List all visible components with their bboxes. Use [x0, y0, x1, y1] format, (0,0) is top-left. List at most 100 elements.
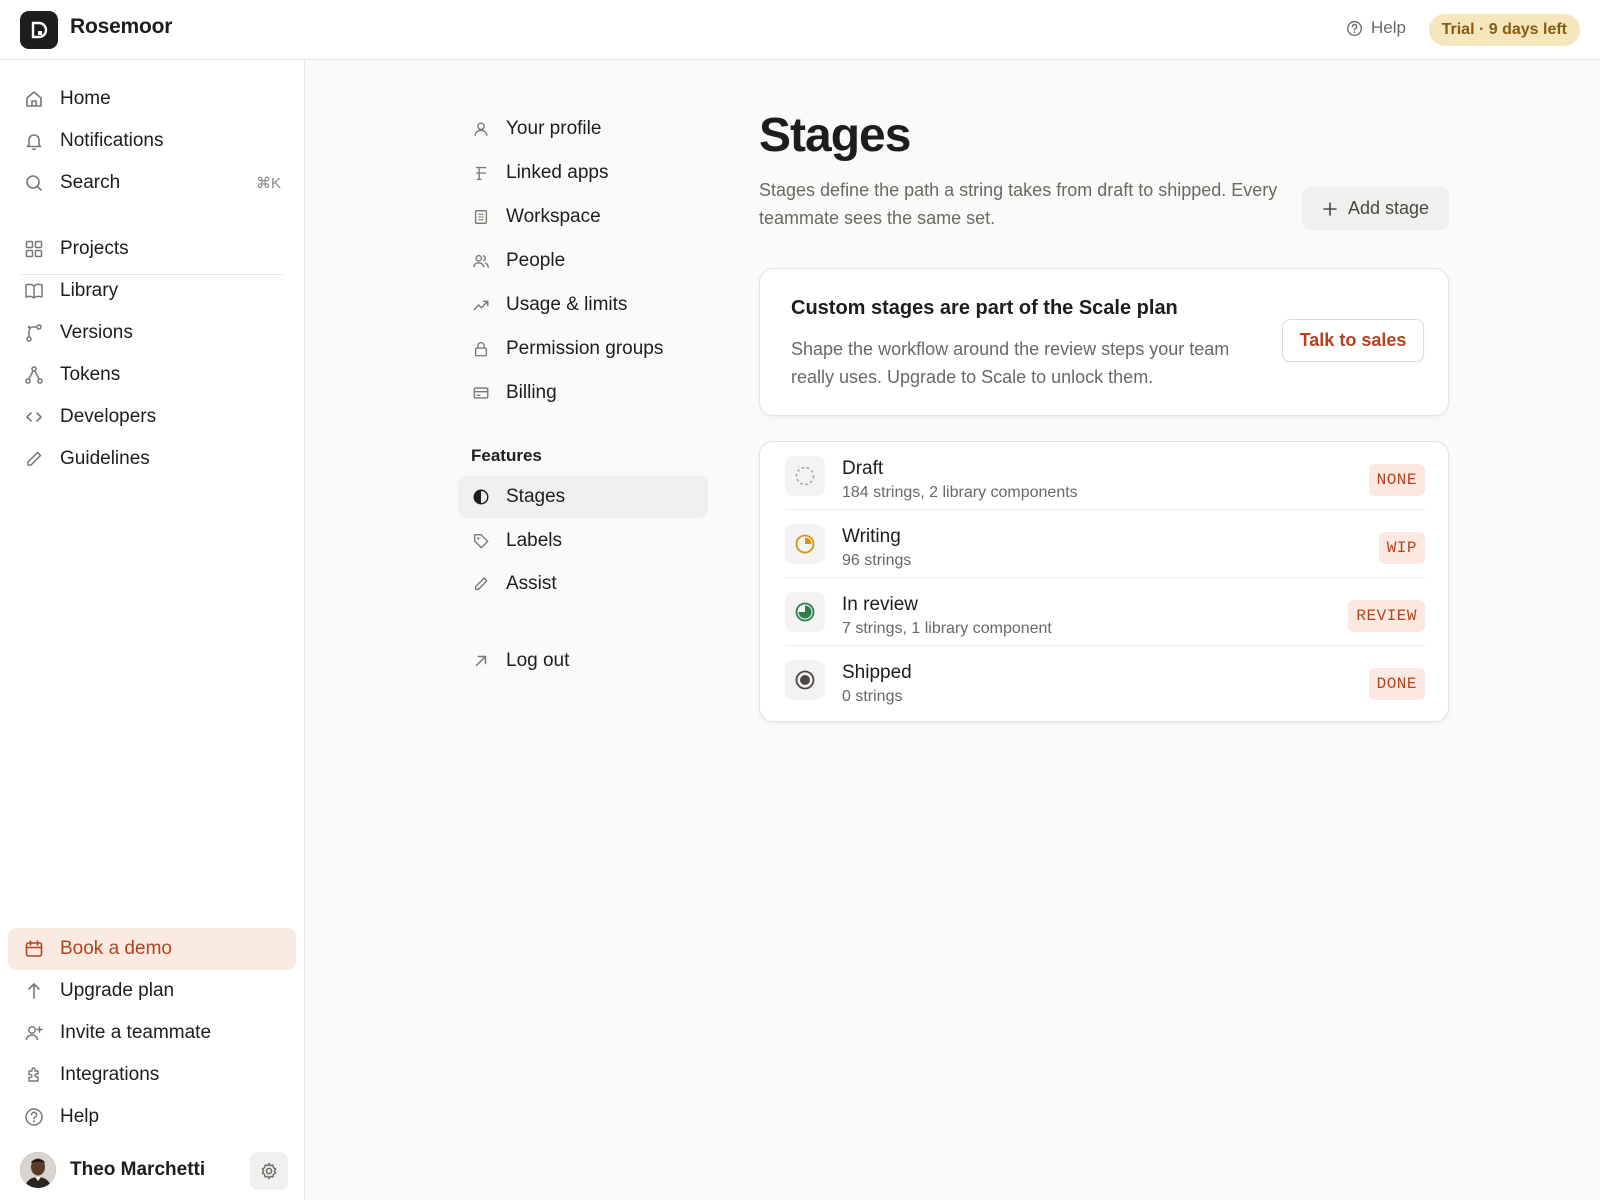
plus-icon — [1323, 201, 1337, 216]
sidebar-item-label: Guidelines — [60, 448, 150, 469]
logout-label: Log out — [506, 650, 570, 671]
sidebar-item-label: Notifications — [60, 130, 164, 151]
sidebar-item-projects[interactable]: Projects — [8, 228, 296, 270]
add-stage-label: Add stage — [1347, 198, 1430, 218]
grid-icon — [23, 238, 45, 260]
settings-item-people[interactable]: People — [458, 240, 708, 282]
settings-item-permission-groups[interactable]: Permission groups — [458, 328, 708, 370]
settings-item-billing[interactable]: Billing — [458, 372, 708, 414]
book-icon — [23, 280, 45, 302]
sidebar-item-search[interactable]: Search ⌘K — [8, 162, 296, 204]
stage-tag: NONE — [1368, 464, 1425, 496]
stage-row-draft[interactable]: Draft 184 strings, 2 library components … — [785, 442, 1425, 510]
trend-icon — [471, 295, 491, 315]
settings-item-label: Billing — [506, 382, 557, 403]
stage-tag: REVIEW — [1348, 600, 1425, 632]
stage-row-writing[interactable]: Writing 96 strings WIP — [785, 510, 1425, 578]
stage-name: Shipped — [842, 662, 912, 683]
logout-button[interactable]: Log out — [458, 640, 708, 682]
settings-item-label: Linked apps — [506, 162, 609, 183]
calendar-icon — [23, 938, 45, 960]
pencil-icon — [471, 574, 491, 594]
settings-item-stages[interactable]: Stages — [458, 476, 708, 518]
settings-item-usage-limits[interactable]: Usage & limits — [458, 284, 708, 326]
help-link[interactable]: Help — [1346, 18, 1406, 38]
settings-item-label: Assist — [506, 573, 557, 594]
user-plus-icon — [23, 1022, 45, 1044]
user-profile[interactable]: Theo Marchetti — [20, 1150, 288, 1190]
stage-detail: 7 strings, 1 library component — [842, 620, 1052, 637]
building-icon — [471, 207, 491, 227]
settings-item-labels[interactable]: Labels — [458, 520, 708, 562]
settings-item-linked-apps[interactable]: Linked apps — [458, 152, 708, 194]
sidebar-item-label: Invite a teammate — [60, 1022, 212, 1043]
upsell-title: Custom stages are part of the Scale plan — [791, 297, 1178, 319]
tag-icon — [471, 531, 491, 551]
settings-item-your-profile[interactable]: Your profile — [458, 108, 708, 150]
sidebar-item-home[interactable]: Home — [8, 78, 296, 120]
upsell-card: Custom stages are part of the Scale plan… — [759, 268, 1449, 416]
sidebar-item-label: Projects — [60, 238, 129, 259]
sidebar-item-upgrade[interactable]: Upgrade plan — [8, 970, 296, 1012]
sidebar-item-help[interactable]: Help — [8, 1096, 296, 1138]
settings-button[interactable] — [250, 1152, 288, 1190]
sidebar-item-label: Upgrade plan — [60, 980, 175, 1001]
sidebar-item-versions[interactable]: Versions — [8, 312, 296, 354]
talk-to-sales-button[interactable]: Talk to sales — [1282, 319, 1424, 362]
sidebar: Home Notifications Search ⌘K Projects Li… — [0, 60, 305, 1200]
card-icon — [471, 383, 491, 403]
user-name: Theo Marchetti — [70, 1159, 206, 1180]
stage-tag: DONE — [1368, 668, 1425, 700]
stages-list: Draft 184 strings, 2 library components … — [759, 441, 1449, 722]
features-heading: Features — [471, 446, 542, 465]
top-bar: Rosemoor Help Trial · 9 days left — [0, 0, 1600, 60]
settings-item-label: Labels — [506, 530, 562, 551]
sidebar-item-label: Search — [60, 172, 121, 193]
page-title: Stages — [759, 109, 911, 162]
settings-item-assist[interactable]: Assist — [458, 563, 708, 605]
nodes-icon — [23, 364, 45, 386]
sidebar-item-label: Book a demo — [60, 938, 172, 959]
branch-icon — [23, 322, 45, 344]
code-icon — [23, 406, 45, 428]
stage-row-in-review[interactable]: In review 7 strings, 1 library component… — [785, 578, 1425, 646]
sidebar-item-notifications[interactable]: Notifications — [8, 120, 296, 162]
sidebar-item-label: Library — [60, 280, 119, 301]
sidebar-item-developers[interactable]: Developers — [8, 396, 296, 438]
settings-item-workspace[interactable]: Workspace — [458, 196, 708, 238]
link-icon — [471, 163, 491, 183]
stage-detail: 96 strings — [842, 552, 912, 569]
arrow-up-right-icon — [471, 651, 491, 671]
people-icon — [471, 251, 491, 271]
search-shortcut: ⌘K — [255, 175, 281, 192]
sidebar-item-integrations[interactable]: Integrations — [8, 1054, 296, 1096]
bell-icon — [23, 130, 45, 152]
target-circle-icon — [785, 660, 825, 700]
settings-item-label: Usage & limits — [506, 294, 628, 315]
app-logo[interactable] — [20, 11, 58, 49]
sidebar-item-guidelines[interactable]: Guidelines — [8, 438, 296, 480]
trial-badge[interactable]: Trial · 9 days left — [1428, 14, 1580, 46]
sidebar-item-book-demo[interactable]: Book a demo — [8, 928, 296, 970]
stage-detail: 0 strings — [842, 688, 903, 705]
stage-row-shipped[interactable]: Shipped 0 strings DONE — [785, 646, 1425, 714]
app-name: Rosemoor — [70, 15, 173, 38]
settings-item-label: Permission groups — [506, 338, 664, 359]
avatar[interactable] — [20, 1152, 56, 1188]
page-description: Stages define the path a string takes fr… — [759, 180, 1278, 228]
logo-icon — [31, 21, 48, 39]
sidebar-item-label: Developers — [60, 406, 157, 427]
half-circle-icon — [471, 487, 491, 507]
stage-tag: WIP — [1378, 532, 1425, 564]
stage-name: In review — [842, 594, 919, 615]
sidebar-item-library[interactable]: Library — [8, 270, 296, 312]
sidebar-item-label: Home — [60, 88, 111, 109]
add-stage-button[interactable]: Add stage — [1302, 187, 1449, 230]
sidebar-item-label: Help — [60, 1106, 100, 1127]
gear-icon — [261, 1162, 277, 1180]
settings-item-label: Stages — [506, 486, 566, 507]
search-icon — [23, 172, 45, 194]
sidebar-item-invite[interactable]: Invite a teammate — [8, 1012, 296, 1054]
stage-detail: 184 strings, 2 library components — [842, 484, 1078, 501]
sidebar-item-tokens[interactable]: Tokens — [8, 354, 296, 396]
